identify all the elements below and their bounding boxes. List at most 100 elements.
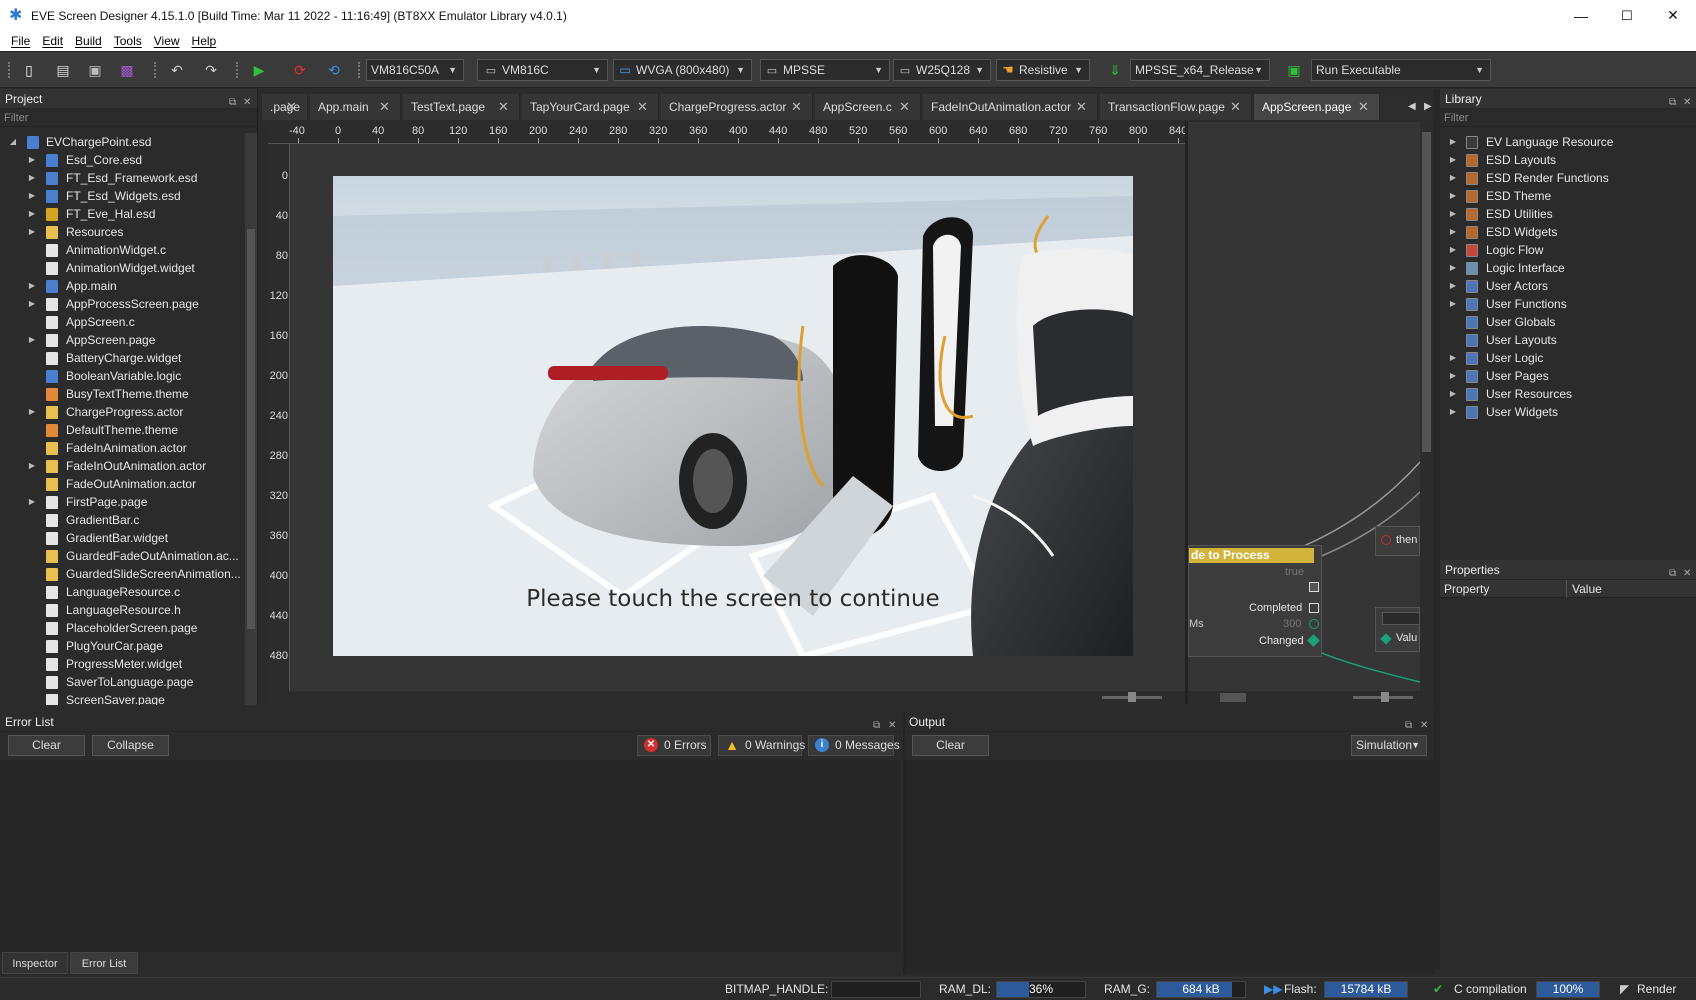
- expand-icon[interactable]: ▶: [1448, 151, 1458, 169]
- redo-icon[interactable]: ↷: [202, 61, 220, 79]
- then-port-icon[interactable]: [1381, 535, 1391, 545]
- expand-icon[interactable]: ▶: [1448, 295, 1458, 313]
- build-config-select[interactable]: MPSSE_x64_Release ▼: [1130, 59, 1270, 81]
- library-item[interactable]: ▶ EV Language Resource: [1440, 133, 1696, 151]
- tree-item[interactable]: ▶ FT_Esd_Framework.esd: [0, 169, 245, 187]
- tab-scroll-right-icon[interactable]: ▶: [1424, 94, 1432, 120]
- toolbar-grip[interactable]: [8, 62, 12, 78]
- float-icon[interactable]: ⧉: [1669, 93, 1676, 113]
- value-column[interactable]: Value: [1572, 582, 1602, 596]
- library-item[interactable]: ▶ ESD Theme: [1440, 187, 1696, 205]
- expand-icon[interactable]: ▶: [27, 403, 37, 421]
- download-icon[interactable]: ⇓: [1106, 61, 1124, 79]
- ms-port-icon[interactable]: [1309, 619, 1319, 629]
- expand-icon[interactable]: ▶: [1448, 223, 1458, 241]
- screen-preview[interactable]: Please touch the screen to continue: [333, 176, 1133, 656]
- expand-icon[interactable]: ▶: [1448, 349, 1458, 367]
- tree-item[interactable]: GradientBar.widget: [0, 529, 245, 547]
- close-tab-icon[interactable]: ✕: [1358, 94, 1369, 120]
- library-item[interactable]: User Layouts: [1440, 331, 1696, 349]
- toolbar-grip[interactable]: [154, 62, 158, 78]
- close-tab-icon[interactable]: ✕: [1230, 94, 1241, 120]
- close-icon[interactable]: ✕: [1420, 716, 1428, 736]
- splitter[interactable]: [903, 712, 905, 974]
- tree-item[interactable]: LanguageResource.h: [0, 601, 245, 619]
- expand-icon[interactable]: ▶: [27, 205, 37, 223]
- splitter[interactable]: [1433, 89, 1440, 969]
- close-icon[interactable]: ✕: [888, 716, 896, 736]
- tab-8[interactable]: AppScreen.page ✕: [1254, 94, 1380, 120]
- menu-help[interactable]: Help: [186, 34, 223, 48]
- tab-scroll-left-icon[interactable]: ◀: [1408, 94, 1416, 120]
- menu-build[interactable]: Build: [69, 34, 108, 48]
- library-filter-input[interactable]: Filter: [1440, 109, 1696, 127]
- tab-inspector[interactable]: Inspector: [2, 952, 68, 974]
- tree-item[interactable]: ▶ FT_Eve_Hal.esd: [0, 205, 245, 223]
- close-tab-icon[interactable]: ✕: [498, 94, 509, 120]
- expand-icon[interactable]: ▶: [1448, 277, 1458, 295]
- expand-icon[interactable]: ▶: [27, 457, 37, 475]
- expand-icon[interactable]: ▶: [27, 277, 37, 295]
- expand-icon[interactable]: ▶: [1448, 133, 1458, 151]
- node-vscroll[interactable]: [1420, 122, 1433, 691]
- expand-icon[interactable]: ▶: [1448, 241, 1458, 259]
- close-button[interactable]: ✕: [1650, 0, 1696, 31]
- value-node[interactable]: Valu: [1375, 607, 1420, 652]
- library-item[interactable]: ▶ ESD Layouts: [1440, 151, 1696, 169]
- project-filter-input[interactable]: Filter: [0, 109, 257, 127]
- library-item[interactable]: ▶ Logic Flow: [1440, 241, 1696, 259]
- expand-icon[interactable]: ▶: [1448, 403, 1458, 421]
- logic-node-editor[interactable]: de to Process true Completed Ms 300 Chan…: [1188, 122, 1420, 691]
- expand-icon[interactable]: ▶: [1448, 205, 1458, 223]
- undo-icon[interactable]: ↶: [168, 61, 186, 79]
- input-port-icon[interactable]: [1309, 582, 1319, 592]
- error-clear-button[interactable]: Clear: [8, 735, 85, 756]
- tree-item[interactable]: ▶ FirstPage.page: [0, 493, 245, 511]
- tree-item[interactable]: ▶ FT_Esd_Widgets.esd: [0, 187, 245, 205]
- reload-icon[interactable]: ⟲: [325, 61, 343, 79]
- expand-icon[interactable]: ▶: [27, 187, 37, 205]
- expand-icon[interactable]: ▶: [27, 493, 37, 511]
- library-item[interactable]: ▶ User Pages: [1440, 367, 1696, 385]
- run-icon[interactable]: ▶: [250, 61, 268, 79]
- value-port-icon[interactable]: [1380, 633, 1392, 645]
- tree-item[interactable]: PlaceholderScreen.page: [0, 619, 245, 637]
- menu-file[interactable]: File: [5, 34, 36, 48]
- library-item[interactable]: ▶ User Widgets: [1440, 403, 1696, 421]
- tree-item[interactable]: ▶ ChargeProgress.actor: [0, 403, 245, 421]
- maximize-button[interactable]: ☐: [1604, 0, 1650, 31]
- tree-item[interactable]: BatteryCharge.widget: [0, 349, 245, 367]
- tree-item[interactable]: SaverToLanguage.page: [0, 673, 245, 691]
- menu-tools[interactable]: Tools: [108, 34, 148, 48]
- messages-filter[interactable]: i 0 Messages: [808, 735, 900, 756]
- changed-port-icon[interactable]: [1307, 634, 1320, 647]
- node-hscroll-thumb[interactable]: [1220, 693, 1246, 702]
- tree-item[interactable]: ▶ FadeInOutAnimation.actor: [0, 457, 245, 475]
- tree-item[interactable]: BusyTextTheme.theme: [0, 385, 245, 403]
- process-node[interactable]: de to Process true Completed Ms 300 Chan…: [1188, 545, 1322, 657]
- collapse-icon[interactable]: ◢: [8, 133, 18, 151]
- collapse-button[interactable]: Collapse: [92, 735, 169, 756]
- tree-item[interactable]: PlugYourCar.page: [0, 637, 245, 655]
- open-file-icon[interactable]: ▤: [54, 61, 72, 79]
- new-file-icon[interactable]: ▯: [20, 61, 38, 79]
- tree-item[interactable]: ▶ Esd_Core.esd: [0, 151, 245, 169]
- node-zoom-handle[interactable]: [1381, 692, 1389, 702]
- output-mode-select[interactable]: Simulation ▼: [1351, 735, 1427, 756]
- board-select[interactable]: VM816C50A ▼: [366, 59, 464, 81]
- property-column[interactable]: Property: [1444, 582, 1489, 596]
- tree-item[interactable]: LanguageResource.c: [0, 583, 245, 601]
- tree-item[interactable]: BooleanVariable.logic: [0, 367, 245, 385]
- tree-item[interactable]: GuardedFadeOutAnimation.ac...: [0, 547, 245, 565]
- tab-7[interactable]: TransactionFlow.page ✕: [1100, 94, 1252, 120]
- close-tab-icon[interactable]: ✕: [791, 94, 802, 120]
- save-icon[interactable]: ▣: [86, 61, 104, 79]
- tree-item[interactable]: ScreenSaver.page: [0, 691, 245, 705]
- tree-item[interactable]: AnimationWidget.c: [0, 241, 245, 259]
- tab-error-list[interactable]: Error List: [70, 952, 138, 974]
- tab-4[interactable]: ChargeProgress.actor ✕: [661, 94, 813, 120]
- node-vscroll-thumb[interactable]: [1422, 132, 1431, 452]
- menu-view[interactable]: View: [148, 34, 186, 48]
- tree-item[interactable]: ▶ AppProcessScreen.page: [0, 295, 245, 313]
- tree-root[interactable]: ◢ EVChargePoint.esd: [0, 133, 245, 151]
